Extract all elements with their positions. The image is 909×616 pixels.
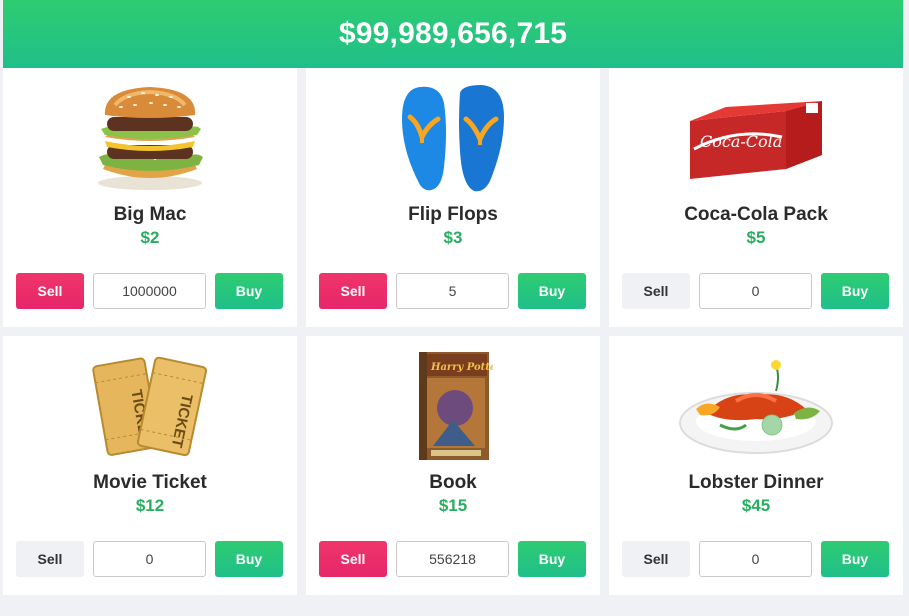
book-title-text: Harry Potter [430, 362, 493, 373]
sell-button[interactable]: Sell [16, 273, 84, 309]
quantity-input[interactable] [396, 273, 509, 309]
quantity-input[interactable] [699, 273, 812, 309]
quantity-input[interactable] [93, 541, 206, 577]
buy-button[interactable]: Buy [518, 541, 586, 577]
lobster-dinner-image [609, 346, 903, 466]
product-name: Big Mac [113, 204, 187, 225]
product-card-lobster-dinner: Lobster Dinner $45 Sell Buy [609, 336, 903, 595]
product-card-flip-flops: Flip Flops $3 Sell Buy [306, 68, 600, 327]
product-card-movie-ticket: TICKET TICKET Movie Ticket $12 Sell Buy [3, 336, 297, 595]
product-name: Movie Ticket [93, 472, 207, 493]
burger-image [3, 78, 297, 198]
product-name: Book [429, 472, 477, 493]
quantity-input[interactable] [699, 541, 812, 577]
product-name: Lobster Dinner [688, 472, 824, 493]
product-name: Coca-Cola Pack [684, 204, 828, 225]
sell-button[interactable]: Sell [622, 541, 690, 577]
buy-button[interactable]: Buy [821, 541, 889, 577]
product-price: $2 [140, 228, 160, 247]
product-grid: Big Mac $2 Sell Buy Flip Flops $3 Sell B… [3, 68, 903, 616]
product-name: Flip Flops [408, 204, 498, 225]
flip-flops-image [306, 78, 600, 198]
sell-button[interactable]: Sell [622, 273, 690, 309]
product-price: $15 [438, 496, 468, 515]
sell-button[interactable]: Sell [16, 541, 84, 577]
product-card-big-mac: Big Mac $2 Sell Buy [3, 68, 297, 327]
quantity-input[interactable] [396, 541, 509, 577]
sell-button[interactable]: Sell [319, 541, 387, 577]
buy-button[interactable]: Buy [215, 541, 283, 577]
book-image: Harry Potter [306, 346, 600, 466]
product-price: $12 [135, 496, 165, 515]
quantity-input[interactable] [93, 273, 206, 309]
buy-button[interactable]: Buy [821, 273, 889, 309]
sell-button[interactable]: Sell [319, 273, 387, 309]
product-card-coca-cola-pack: Coca-Cola Coca-Cola Pack $5 Sell Buy [609, 68, 903, 327]
coca-cola-pack-image: Coca-Cola [609, 78, 903, 198]
product-card-book: Harry Potter Book $15 Sell Buy [306, 336, 600, 595]
buy-button[interactable]: Buy [518, 273, 586, 309]
balance-header: $99,989,656,715 [3, 0, 903, 68]
buy-button[interactable]: Buy [215, 273, 283, 309]
coke-logo-text: Coca-Cola [700, 132, 782, 151]
product-price: $45 [741, 496, 771, 515]
movie-ticket-image: TICKET TICKET [3, 346, 297, 466]
product-price: $3 [443, 228, 463, 247]
product-price: $5 [746, 228, 766, 247]
balance-amount: $99,989,656,715 [338, 17, 568, 50]
